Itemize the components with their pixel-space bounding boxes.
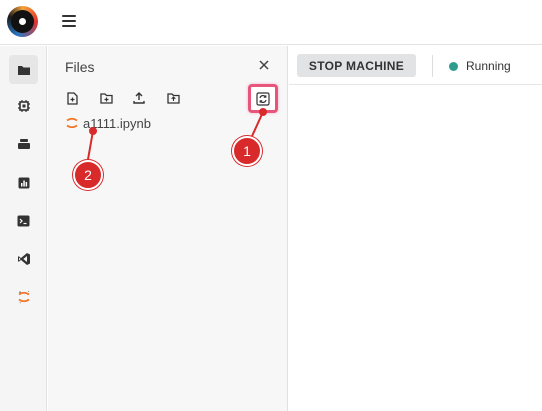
vscode-icon[interactable] (9, 244, 38, 273)
folder-icon[interactable] (9, 55, 38, 84)
annotation-badge-1: 1 (232, 136, 262, 166)
stop-machine-button[interactable]: STOP MACHINE (297, 54, 416, 77)
files-panel-title: Files (65, 59, 95, 75)
main-area: STOP MACHINE Running (289, 46, 542, 411)
toolbar-divider (432, 55, 433, 77)
file-name: a1111.ipynb (83, 115, 151, 131)
refresh-icon (256, 91, 270, 106)
chart-icon[interactable] (9, 168, 38, 197)
upload-icon[interactable] (131, 90, 147, 106)
jupyter-icon (66, 117, 78, 129)
status-text: Running (466, 59, 511, 73)
new-folder-icon[interactable] (98, 90, 114, 106)
close-icon[interactable] (258, 58, 272, 72)
refresh-button[interactable] (248, 84, 278, 113)
terminal-icon[interactable] (9, 206, 38, 235)
annotation-badge-2: 2 (73, 160, 103, 190)
hamburger-icon[interactable] (62, 15, 76, 27)
stack-icon[interactable] (9, 129, 38, 158)
new-folder-plus-icon[interactable] (165, 90, 181, 106)
chip-icon[interactable] (9, 91, 38, 120)
logo-icon[interactable] (7, 6, 38, 37)
status-indicator (449, 62, 458, 71)
new-file-icon[interactable] (64, 90, 80, 106)
top-bar (0, 0, 542, 45)
jupyter-icon[interactable] (9, 282, 38, 311)
file-list-item[interactable]: a1111.ipynb (65, 114, 151, 132)
files-panel: Files a1111.ipynb (48, 46, 288, 411)
activity-sidebar (0, 46, 47, 411)
machine-toolbar: STOP MACHINE Running (289, 46, 542, 85)
